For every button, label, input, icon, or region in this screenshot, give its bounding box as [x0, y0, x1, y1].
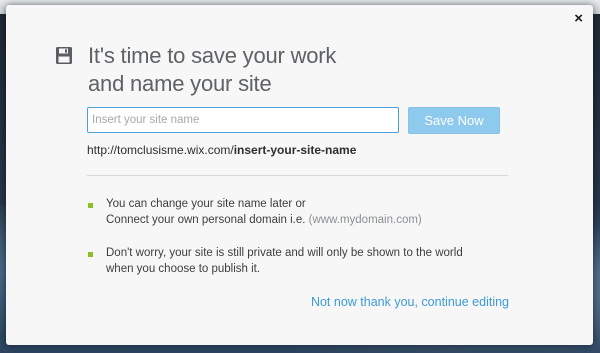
info-change-name-line1: You can change your site name later or: [106, 198, 306, 210]
site-url-preview: http://tomclusisme.wix.com/insert-your-s…: [87, 143, 356, 157]
dialog-title: It's time to save your work and name you…: [88, 42, 336, 98]
close-icon[interactable]: ×: [574, 11, 583, 27]
site-name-input[interactable]: [87, 107, 399, 133]
dialog-title-line2: and name your site: [88, 71, 272, 96]
info-privacy-line1: Don't worry, your site is still private …: [106, 247, 463, 259]
info-change-name-line2: Connect your own personal domain i.e.: [106, 214, 309, 226]
floppy-disk-icon: [56, 47, 72, 64]
site-url-prefix: http://tomclusisme.wix.com/: [87, 143, 234, 157]
continue-editing-link[interactable]: Not now thank you, continue editing: [311, 295, 509, 309]
site-url-slug: insert-your-site-name: [233, 143, 357, 157]
save-now-button[interactable]: Save Now: [408, 107, 500, 134]
info-privacy-line2: when you choose to publish it.: [106, 263, 261, 275]
info-privacy: Don't worry, your site is still private …: [106, 245, 516, 277]
domain-example: (www.mydomain.com): [308, 214, 422, 226]
bullet-icon: [88, 203, 93, 208]
save-site-dialog: × It's time to save your work and name y…: [6, 5, 593, 345]
info-change-name: You can change your site name later or C…: [106, 196, 516, 228]
bullet-icon: [88, 252, 93, 257]
divider: [87, 175, 508, 176]
dialog-title-line1: It's time to save your work: [88, 43, 337, 68]
